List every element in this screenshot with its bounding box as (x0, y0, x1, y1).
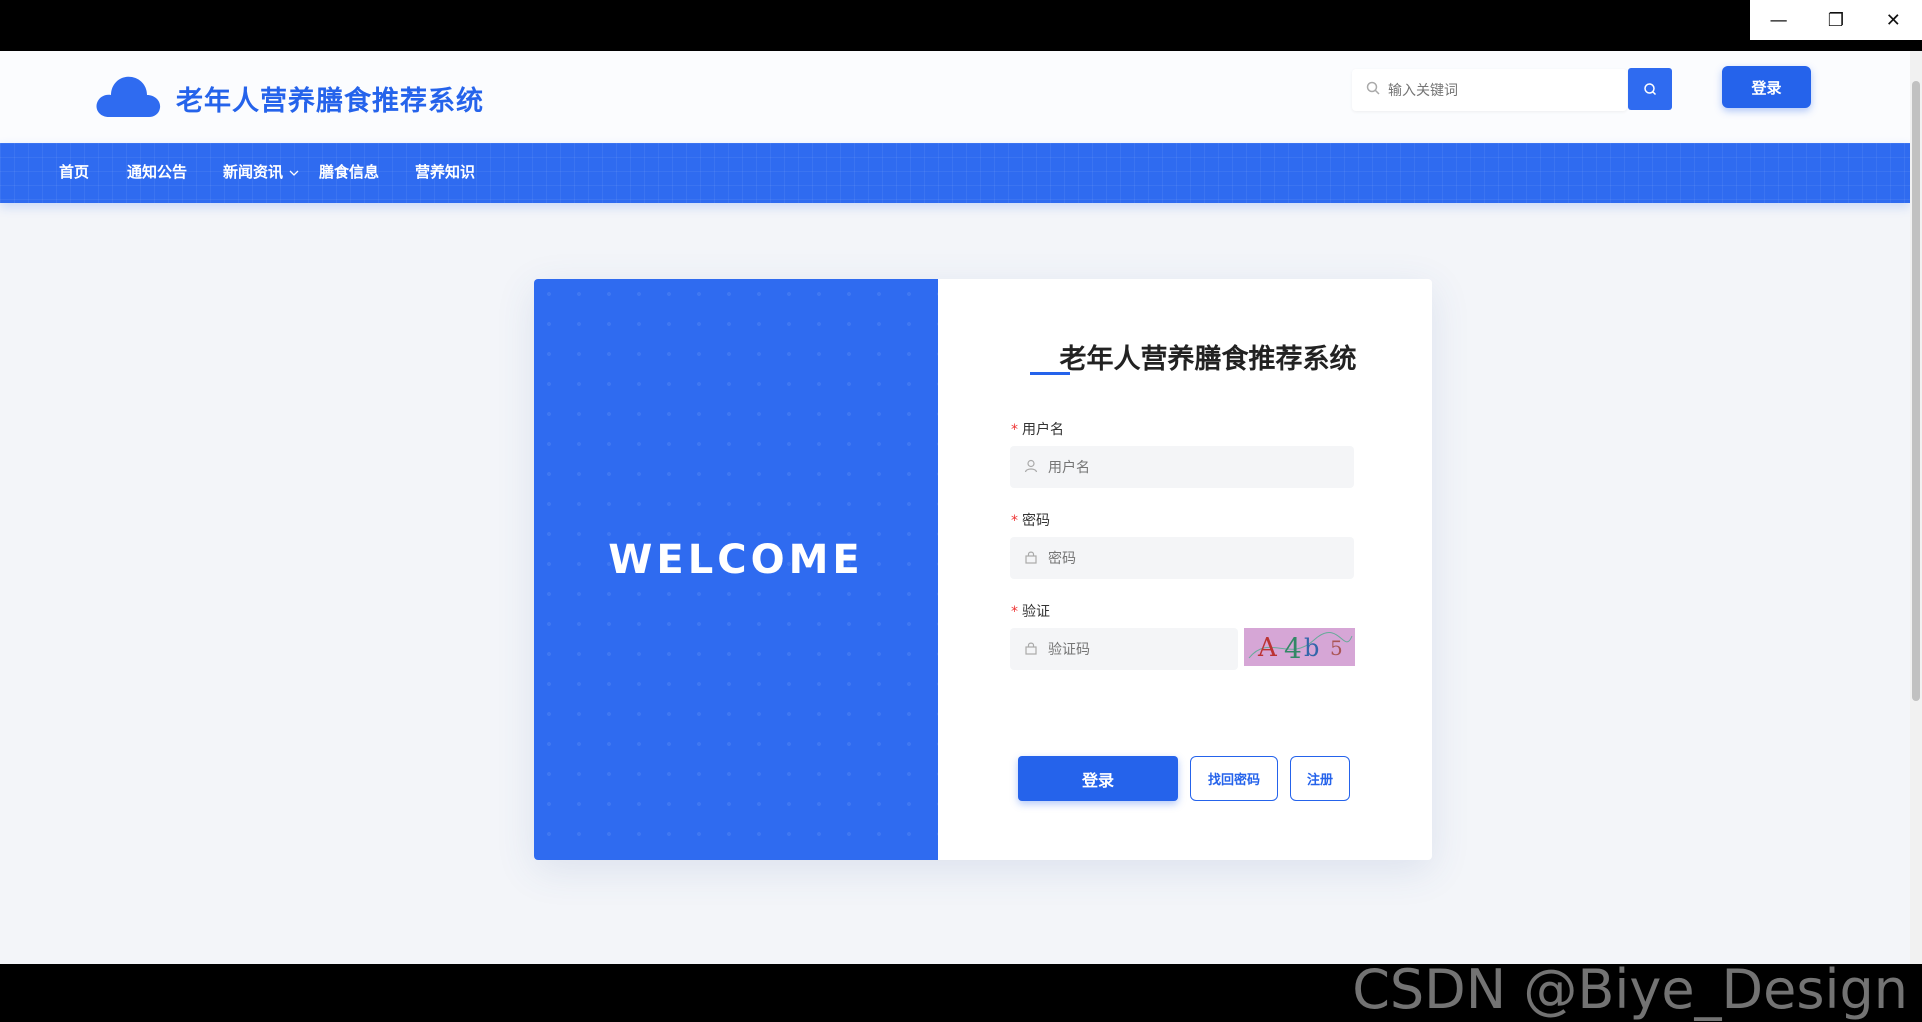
close-button[interactable]: ✕ (1865, 0, 1922, 40)
site-header: 老年人营养膳食推荐系统 登录 (0, 51, 1910, 143)
main-nav: 首页 通知公告 新闻资讯 膳食信息 营养知识 (0, 143, 1910, 203)
nav-item-news-label: 新闻资讯 (223, 163, 284, 181)
forgot-password-button[interactable]: 找回密码 (1190, 756, 1278, 801)
minimize-button[interactable]: — (1750, 0, 1807, 40)
captcha-char-1: A (1257, 633, 1278, 663)
site-title: 老年人营养膳食推荐系统 (176, 86, 484, 117)
nav-item-news[interactable]: 新闻资讯 (223, 161, 299, 182)
captcha-field[interactable] (1046, 637, 1230, 663)
login-card: WELCOME 老年人营养膳食推荐系统 *用户名 *密码 *验证 (534, 279, 1432, 860)
scrollbar-thumb[interactable] (1912, 81, 1920, 701)
nav-item-notices[interactable]: 通知公告 (127, 161, 187, 182)
restore-button[interactable]: ❐ (1807, 0, 1864, 40)
nav-item-home[interactable]: 首页 (59, 161, 89, 182)
page-scrollbar[interactable] (1910, 51, 1922, 964)
password-field-wrap (1010, 537, 1354, 579)
lock-icon (1025, 551, 1037, 564)
welcome-text: WELCOME (608, 537, 864, 583)
welcome-panel: WELCOME (534, 279, 938, 860)
username-label: * 用户名 (1011, 422, 1064, 438)
captcha-image[interactable]: A 4 b 5 (1244, 628, 1355, 666)
captcha-char-3: b (1304, 634, 1319, 662)
search-input[interactable] (1386, 77, 1620, 105)
user-icon (1024, 459, 1038, 473)
captcha-char-2: 4 (1284, 632, 1302, 665)
search-icon (1366, 81, 1380, 95)
login-button[interactable]: 登录 (1018, 756, 1178, 801)
search-button[interactable] (1628, 68, 1672, 110)
cloud-logo-icon (96, 76, 161, 117)
captcha-noise: A 4 b 5 (1244, 628, 1355, 666)
lock-icon (1025, 642, 1037, 655)
username-field[interactable] (1046, 455, 1340, 481)
chevron-down-icon (289, 170, 299, 176)
title-underline (1030, 372, 1070, 375)
captcha-field-wrap (1010, 628, 1238, 670)
form-title: 老年人营养膳食推荐系统 (1059, 344, 1357, 375)
register-button[interactable]: 注册 (1290, 756, 1350, 801)
verify-label: * 验证 (1011, 604, 1050, 620)
title-bar (0, 0, 1922, 51)
nav-item-diet[interactable]: 膳食信息 (319, 161, 379, 182)
header-login-button[interactable]: 登录 (1722, 66, 1811, 108)
username-field-wrap (1010, 446, 1354, 488)
password-field[interactable] (1046, 546, 1340, 572)
search-box (1352, 69, 1627, 111)
window-controls: — ❐ ✕ (1750, 0, 1922, 40)
captcha-char-4: 5 (1330, 636, 1343, 660)
watermark-text: CSDN @Biye_Design (1352, 958, 1908, 1021)
password-label: * 密码 (1011, 513, 1050, 529)
nav-item-nutrition[interactable]: 营养知识 (415, 161, 475, 182)
search-icon (1644, 83, 1657, 96)
